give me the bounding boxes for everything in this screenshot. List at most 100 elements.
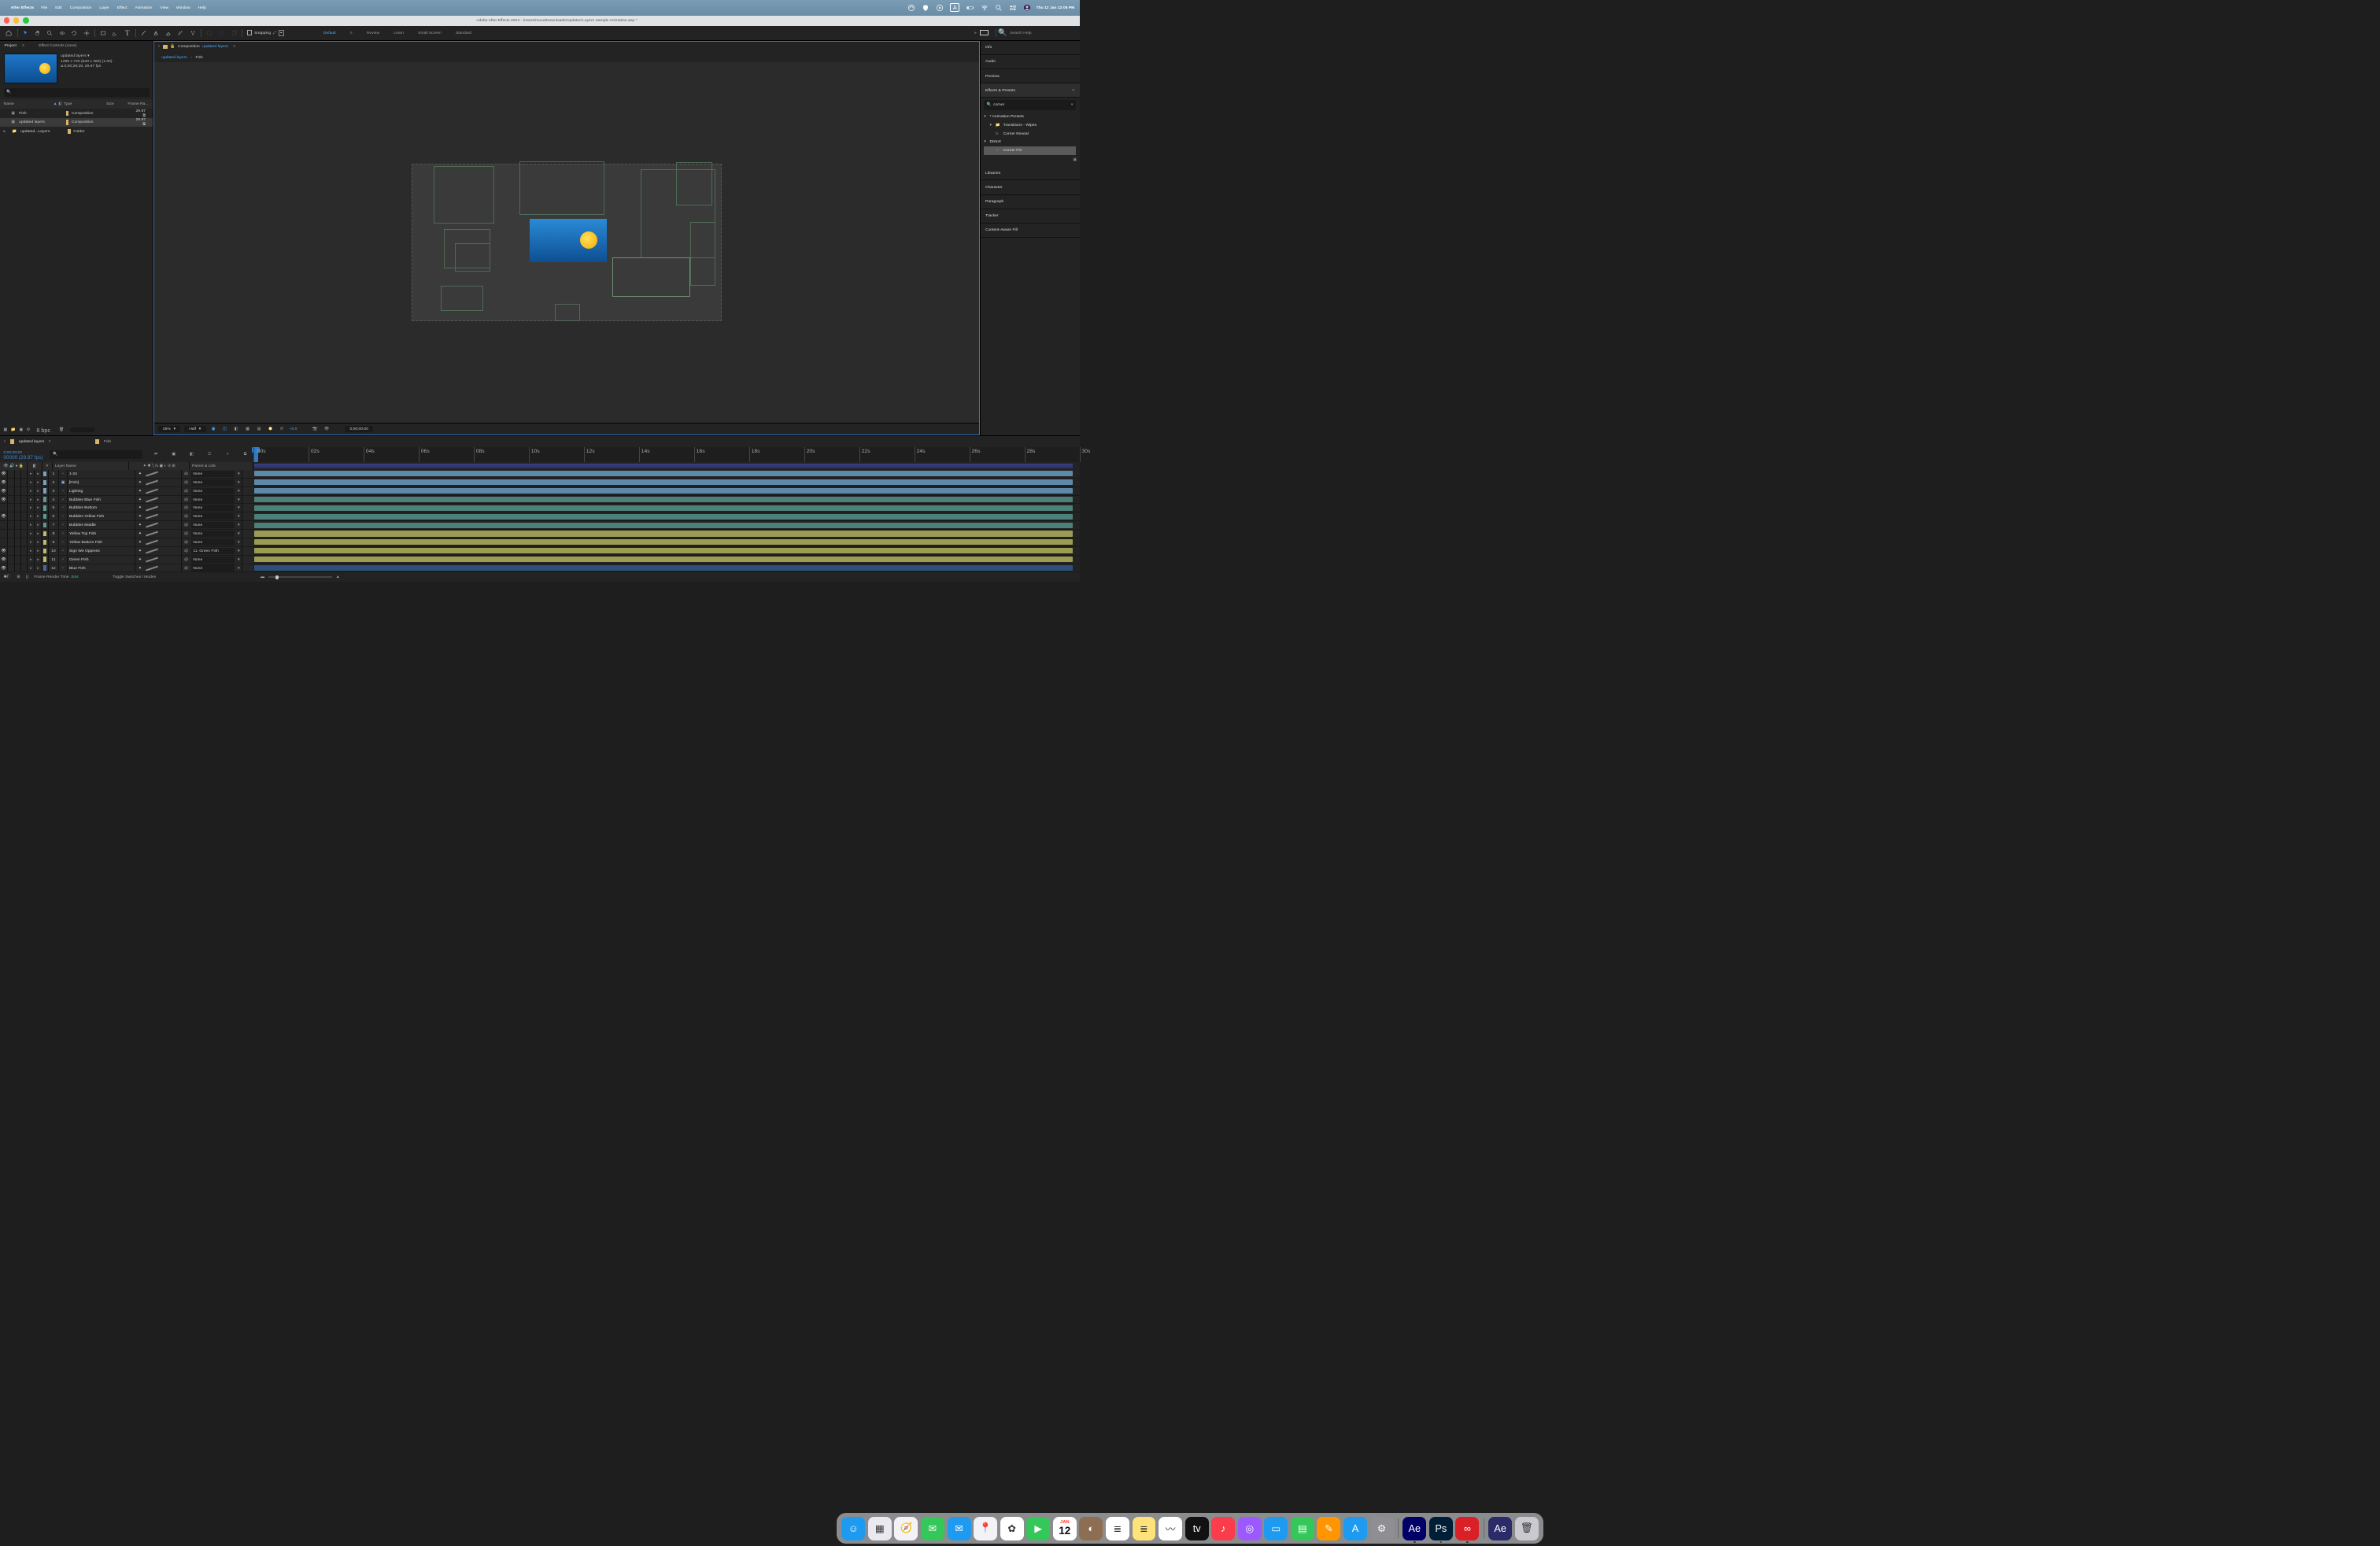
search-help[interactable]: 🔍 Search Help [998,28,1077,37]
solo-toggle-icon[interactable] [15,512,21,520]
chevron-down-icon[interactable]: ▾ [238,472,240,476]
label-swatch[interactable] [66,111,68,116]
layer-parent[interactable]: @None▾ [182,538,242,546]
ep-distort[interactable]: ▾Distort [984,138,1076,146]
lock-toggle-icon[interactable] [21,496,28,504]
label-swatch[interactable] [42,547,48,555]
dock-app-calendar[interactable]: JAN12 [1053,1517,1077,1540]
visibility-toggle-icon[interactable]: 👁 [0,479,8,486]
pickwhip-icon[interactable]: @ [184,531,188,536]
project-panel-menu-icon[interactable]: ≡ [22,43,24,48]
dock-app-pages[interactable]: ✎ [1317,1517,1340,1540]
snapping-collision-icon[interactable]: ⌖ [279,30,285,36]
grid-guide-icon[interactable]: ▦ [244,427,252,431]
solo-toggle-icon[interactable] [15,538,21,546]
snapshot-icon[interactable]: 📷 [312,427,320,431]
audio-toggle-icon[interactable] [8,470,15,478]
3d-tool-2-icon[interactable] [216,28,227,39]
visibility-toggle-icon[interactable]: 👁 [0,487,8,495]
workspace-standard[interactable]: Standard [456,31,471,35]
comp-mini-flow-icon[interactable]: ⇄ [151,452,161,457]
ep-transitions-wipes[interactable]: ▾📁Transitions - Wipes [984,120,1076,129]
project-view-icon[interactable]: ▦ [4,427,8,432]
twirl-icon[interactable]: ▸ [28,556,35,564]
pickwhip-icon[interactable]: @ [184,549,188,553]
menu-effect[interactable]: Effect [117,6,128,10]
col-frame-rate[interactable]: Frame Ra... [128,102,149,106]
effects-presets-search[interactable]: 🔍 corner × [984,100,1076,110]
chevron-down-icon[interactable]: ▾ [238,549,240,553]
visibility-toggle-icon[interactable] [0,530,8,538]
lock-toggle-icon[interactable] [21,521,28,529]
motion-blur-icon[interactable]: ◑ [223,452,232,457]
dock-app-launchpad[interactable]: ▦ [868,1517,892,1540]
col-size[interactable]: Size [106,102,128,106]
toggle-switches-modes[interactable]: Toggle Switches / Modes [113,575,156,579]
audio-toggle-icon[interactable] [8,547,15,555]
layer-parent[interactable]: @None▾ [182,470,242,478]
workspace-small-screen[interactable]: Small Screen [418,31,442,35]
dock-app-trash[interactable]: 🗑 [1515,1517,1539,1540]
col-label-icon[interactable]: ◧ [57,102,64,106]
ruler-tick[interactable]: 18s [749,447,760,462]
new-comp-icon[interactable]: ▣ [19,427,23,432]
pan-behind-tool-icon[interactable] [81,28,92,39]
solo-toggle-icon[interactable] [15,496,21,504]
work-area-bar[interactable] [254,464,1073,468]
chevron-down-icon[interactable]: ▾ [238,566,240,571]
ruler-tick[interactable]: 06s [419,447,430,462]
chevron-down-icon[interactable]: ▾ [238,497,240,502]
layer-switches[interactable]: ✦ [135,512,182,520]
layer-bar[interactable] [254,557,1073,562]
ruler-tick[interactable]: 22s [859,447,870,462]
layer-bar[interactable] [254,514,1073,520]
status-keyboard-icon[interactable]: A [950,3,959,12]
rotate-tool-icon[interactable] [68,28,79,39]
timeline-foot-icon-1[interactable]: �િ [4,575,12,579]
layer-parent[interactable]: @None▾ [182,504,242,512]
trash-icon[interactable]: 🗑 [59,427,64,432]
ruler-tick[interactable]: 02s [309,447,320,462]
audio-toggle-icon[interactable] [8,479,15,486]
solo-toggle-icon[interactable] [15,470,21,478]
label-swatch[interactable] [42,504,48,512]
region-of-interest-icon[interactable]: ◧ [232,427,240,431]
menu-layer[interactable]: Layer [99,6,109,10]
label-swatch[interactable] [66,120,68,124]
timeline-panel-menu-icon[interactable]: ≡ [49,439,51,444]
3d-tool-3-icon[interactable] [228,28,239,39]
channel-icon[interactable]: ▤ [255,427,263,431]
ruler-tick[interactable]: :00s [253,447,266,462]
panel-audio[interactable]: Audio [981,55,1080,69]
dock-app-maps[interactable]: 📍 [974,1517,997,1540]
layer-name[interactable]: Bubbles Blue Fish [68,496,135,504]
status-battery-icon[interactable] [966,4,974,12]
puppet-tool-icon[interactable] [187,28,198,39]
exposure-value[interactable]: +0.0 [290,427,298,431]
layer-parent[interactable]: @None▾ [182,530,242,538]
zoom-dropdown[interactable]: 25% ▾ [158,426,181,432]
status-record-icon[interactable] [936,4,944,12]
twirl2-icon[interactable]: ▸ [35,470,42,478]
comp-tab-close-icon[interactable]: × [158,44,161,49]
bpc-button[interactable]: 8 bpc [34,426,54,435]
ruler-tick[interactable]: 30s [1080,447,1091,462]
audio-toggle-icon[interactable] [8,512,15,520]
layer-name[interactable]: Yellow Bottom Fish [68,538,135,546]
layer-parent[interactable]: @None▾ [182,556,242,564]
snapping-opts-icon[interactable]: ⤢ [273,31,276,35]
reset-exposure-icon[interactable]: ⟳ [278,427,286,431]
rectangle-tool-icon[interactable] [98,28,109,39]
window-zoom-icon[interactable] [23,17,29,24]
layer-parent[interactable]: @None▾ [182,521,242,529]
snapping-toggle[interactable]: Snapping ⤢ ⌖ [247,30,284,36]
dock-app-finder[interactable]: ☺ [841,1517,865,1540]
dock-app-safari[interactable]: 🧭 [894,1517,918,1540]
dock-app-freeform[interactable]: 〰 [1159,1517,1182,1540]
audio-toggle-icon[interactable] [8,496,15,504]
chevron-down-icon[interactable]: ▾ [238,523,240,527]
layer-switches[interactable]: ✦ [135,564,182,572]
layer-parent[interactable]: @None▾ [182,487,242,495]
pickwhip-icon[interactable]: @ [184,540,188,545]
twirl2-icon[interactable]: ▸ [35,521,42,529]
